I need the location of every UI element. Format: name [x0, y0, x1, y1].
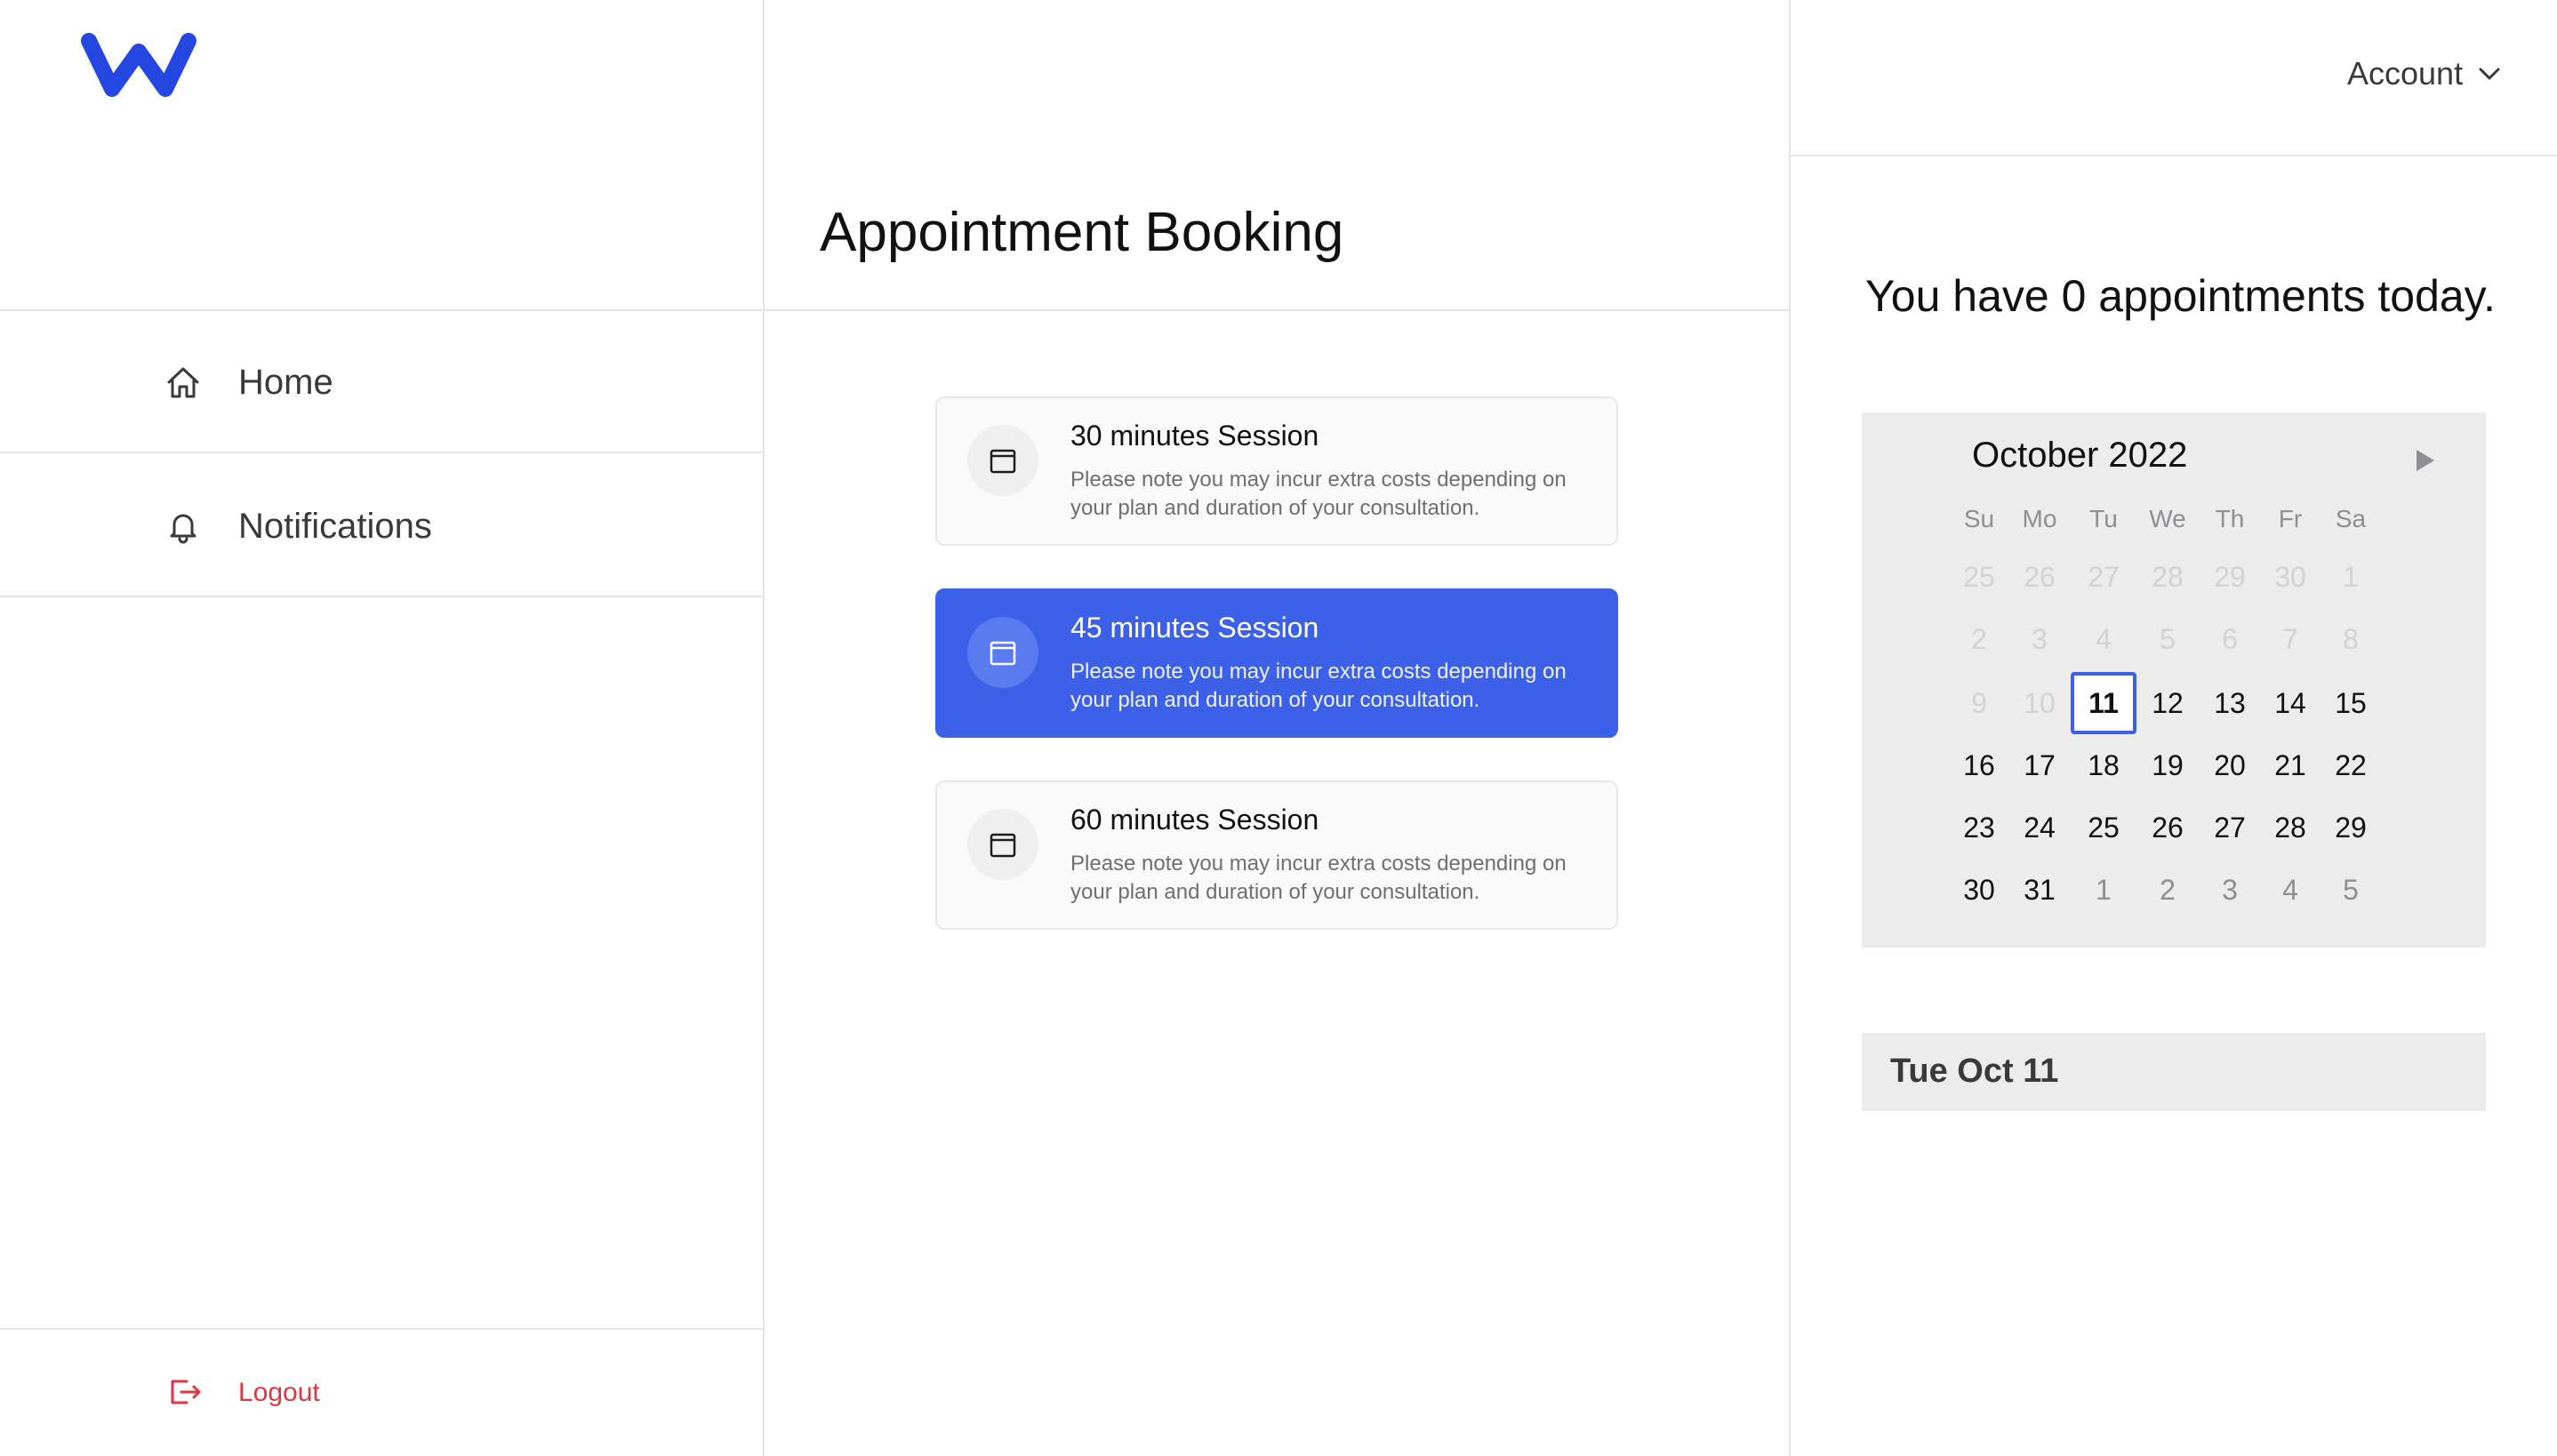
- calendar-day[interactable]: 14: [2257, 672, 2323, 734]
- calendar-day[interactable]: 25: [1946, 546, 2012, 608]
- weekday-label: Fr: [2278, 505, 2303, 532]
- calendar-day[interactable]: 29: [2197, 546, 2263, 608]
- logout-button[interactable]: Logout: [0, 1330, 763, 1456]
- calendar-day[interactable]: 28: [2257, 796, 2323, 859]
- calendar-day[interactable]: 6: [2197, 608, 2263, 670]
- calendar-day[interactable]: 5: [2135, 608, 2200, 670]
- calendar-day[interactable]: 9: [1946, 672, 2012, 734]
- session-description: Please note you may incur extra costs de…: [1070, 468, 1567, 520]
- divider: [0, 452, 763, 453]
- calendar-day[interactable]: 22: [2318, 734, 2384, 796]
- calendar-icon: [990, 641, 1016, 666]
- calendar-day[interactable]: 10: [2007, 672, 2072, 734]
- sidebar-divider: [763, 0, 765, 1456]
- calendar-day[interactable]: 24: [2007, 796, 2072, 859]
- chevron-down-icon: [2479, 68, 2500, 80]
- calendar-icon: [990, 833, 1016, 858]
- calendar-day[interactable]: 19: [2135, 734, 2200, 796]
- account-label: Account: [2347, 55, 2464, 92]
- calendar-day[interactable]: 3: [2007, 608, 2072, 670]
- calendar-day[interactable]: 5: [2318, 859, 2384, 921]
- selected-date-label: Tue Oct 11: [1890, 1052, 2059, 1090]
- session-card-60[interactable]: 60 minutes Session Please note you may i…: [935, 780, 1618, 930]
- account-menu[interactable]: Account: [2347, 55, 2502, 92]
- calendar-day[interactable]: 1: [2071, 859, 2136, 921]
- selected-date-bar: Tue Oct 11: [1862, 1033, 2486, 1111]
- calendar-icon-wrap: [967, 425, 1038, 496]
- calendar-day[interactable]: 1: [2318, 546, 2384, 608]
- calendar-day[interactable]: 13: [2197, 672, 2263, 734]
- next-month-icon[interactable]: [2413, 448, 2436, 473]
- logout-label: Logout: [238, 1378, 320, 1407]
- session-title: 60 minutes Session: [1070, 804, 1319, 836]
- calendar-day[interactable]: 25: [2071, 796, 2136, 859]
- calendar-day[interactable]: 30: [1946, 859, 2012, 921]
- session-card-45[interactable]: 45 minutes Session Please note you may i…: [935, 588, 1618, 738]
- calendar-day[interactable]: 29: [2318, 796, 2384, 859]
- calendar-day[interactable]: 12: [2135, 672, 2200, 734]
- session-title: 45 minutes Session: [1070, 612, 1319, 644]
- weekday-label: We: [2149, 505, 2186, 532]
- calendar-day[interactable]: 31: [2007, 859, 2072, 921]
- calendar-day[interactable]: 16: [1946, 734, 2012, 796]
- calendar-day[interactable]: 20: [2197, 734, 2263, 796]
- calendar-day[interactable]: 27: [2071, 546, 2136, 608]
- divider: [0, 596, 763, 597]
- sidebar-item-label: Home: [238, 362, 333, 402]
- calendar-day[interactable]: 8: [2318, 608, 2384, 670]
- calendar-day[interactable]: 17: [2007, 734, 2072, 796]
- calendar-day[interactable]: 18: [2071, 734, 2136, 796]
- logo[interactable]: [80, 32, 197, 100]
- account-bar-divider: [1789, 155, 2557, 156]
- calendar-day[interactable]: 11: [2071, 672, 2136, 734]
- calendar-icon-wrap: [967, 809, 1038, 880]
- calendar-day[interactable]: 15: [2318, 672, 2384, 734]
- calendar-day[interactable]: 4: [2257, 859, 2323, 921]
- calendar-day[interactable]: 2: [2135, 859, 2200, 921]
- session-description: Please note you may incur extra costs de…: [1070, 660, 1567, 712]
- calendar-icon-wrap: [967, 617, 1038, 688]
- calendar-day[interactable]: 7: [2257, 608, 2323, 670]
- calendar-widget: October 2022 Su Mo Tu We Th Fr Sa 25 26 27 28 29 30 1…: [1862, 412, 2486, 948]
- session-title: 30 minutes Session: [1070, 420, 1319, 452]
- sidebar-item-label: Notifications: [238, 506, 432, 546]
- calendar-day[interactable]: 21: [2257, 734, 2323, 796]
- calendar-day[interactable]: 23: [1946, 796, 2012, 859]
- session-card-30[interactable]: 30 minutes Session Please note you may i…: [935, 396, 1618, 546]
- right-panel-divider: [1789, 0, 1791, 1456]
- calendar-day[interactable]: 30: [2257, 546, 2323, 608]
- calendar-icon: [990, 449, 1016, 474]
- calendar-day[interactable]: 26: [2007, 546, 2072, 608]
- session-description: Please note you may incur extra costs de…: [1070, 852, 1567, 904]
- calendar-day[interactable]: 3: [2197, 859, 2263, 921]
- weekday-label: Tu: [2089, 505, 2118, 532]
- logout-icon: [171, 1380, 201, 1404]
- page-title: Appointment Booking: [820, 202, 1344, 263]
- weekday-label: Th: [2215, 505, 2245, 532]
- calendar-month-label: October 2022: [1972, 436, 2188, 475]
- sidebar-item-notifications[interactable]: Notifications: [0, 455, 763, 597]
- bell-icon: [170, 514, 196, 544]
- calendar-day[interactable]: 27: [2197, 796, 2263, 859]
- today-appointments-message: You have 0 appointments today.: [1865, 271, 2496, 321]
- sidebar-item-home[interactable]: Home: [0, 311, 763, 453]
- calendar-day[interactable]: 4: [2071, 608, 2136, 670]
- sidebar: Home Notifications Logout: [0, 0, 763, 1456]
- home-icon: [167, 367, 199, 398]
- calendar-day[interactable]: 26: [2135, 796, 2200, 859]
- weekday-label: Su: [1963, 505, 1995, 532]
- calendar-day[interactable]: 2: [1946, 608, 2012, 670]
- weekday-label: Sa: [2335, 505, 2367, 532]
- weekday-label: Mo: [2022, 505, 2057, 532]
- calendar-day[interactable]: 28: [2135, 546, 2200, 608]
